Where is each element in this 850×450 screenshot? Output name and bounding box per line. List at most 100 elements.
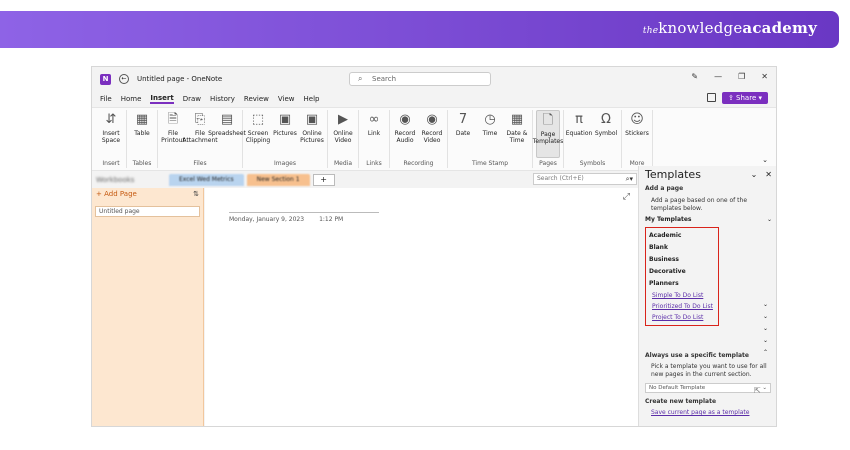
table-button[interactable]: ▦ Table xyxy=(130,110,154,158)
back-button[interactable]: ← xyxy=(119,74,129,84)
sticker-icon: ☺ xyxy=(630,112,644,127)
brand-banner: theknowledgeacademy xyxy=(0,11,839,48)
menu-insert[interactable]: Insert xyxy=(150,94,174,104)
template-link[interactable]: Simple To Do List xyxy=(649,290,715,301)
ribbon-group-label: Symbols xyxy=(579,160,606,167)
menu-draw[interactable]: Draw xyxy=(183,95,201,103)
time-button[interactable]: ◷ Time xyxy=(478,110,502,158)
file-printout-icon: 🗎 xyxy=(167,112,179,127)
spreadsheet-button[interactable]: ▤ Spreadsheet xyxy=(208,110,246,158)
pictures-button[interactable]: ▣ Pictures xyxy=(273,110,297,158)
window-title: Untitled page - OneNote xyxy=(137,75,223,83)
title-bar: N ← Untitled page - OneNote ⌕ Search ✎ — … xyxy=(92,67,776,91)
category-planners[interactable]: Planners xyxy=(649,278,715,290)
minimize-button[interactable]: — xyxy=(714,72,722,81)
ribbon-button-label: Link xyxy=(367,130,381,137)
collapse-ribbon-icon[interactable]: ⌄ xyxy=(762,156,768,164)
ribbon-group-label: Links xyxy=(366,160,382,167)
page-list-item[interactable]: Untitled page xyxy=(95,206,200,217)
notebook-icon[interactable] xyxy=(707,93,716,102)
category-blank[interactable]: Blank xyxy=(649,242,715,254)
ribbon-group-label: Insert xyxy=(102,160,120,167)
search-box[interactable]: ⌕ Search xyxy=(349,72,491,86)
screen-clipping-button[interactable]: ⬚ Screen Clipping xyxy=(246,110,270,158)
ribbon-group-label: Images xyxy=(274,160,296,167)
save-template-link[interactable]: Save current page as a template xyxy=(651,409,772,416)
plus-icon: + xyxy=(96,190,105,198)
default-template-dropdown[interactable]: No Default Template ⌄ xyxy=(645,383,771,393)
ribbon-button-label: Insert Space xyxy=(101,130,121,144)
share-button[interactable]: ⇪ Share ▾ xyxy=(721,92,768,104)
add-page-heading: Add a page xyxy=(645,185,684,192)
record-audio-button[interactable]: ◉ Record Audio xyxy=(393,110,417,158)
clock-icon: ◷ xyxy=(484,112,496,127)
add-page-button[interactable]: + Add Page ⇅ xyxy=(92,188,203,200)
add-section-button[interactable]: + xyxy=(312,173,335,186)
date-button[interactable]: 7 Date xyxy=(451,110,475,158)
my-templates-row[interactable]: My Templates ⌄ xyxy=(645,213,772,225)
insert-space-icon: ⇵ xyxy=(105,112,117,127)
page-canvas[interactable]: ⤢ Monday, January 9, 2023 1:12 PM xyxy=(205,188,638,426)
page-templates-button[interactable]: 🗋 Page Templates xyxy=(533,110,563,158)
template-link[interactable]: Project To Do List xyxy=(649,312,715,323)
category-academic[interactable]: Academic xyxy=(649,230,715,242)
menu-history[interactable]: History xyxy=(210,95,235,103)
chevron-down-icon[interactable]: ⌄ xyxy=(751,170,758,179)
ribbon-button-label: Online Pictures xyxy=(300,130,324,144)
online-pictures-icon: ▣ xyxy=(305,112,319,127)
ribbon-button-label: Equation xyxy=(565,130,593,137)
record-video-button[interactable]: ◉ Record Video xyxy=(420,110,444,158)
category-business[interactable]: Business xyxy=(649,254,715,266)
expand-icon[interactable]: ⤢ xyxy=(623,192,630,202)
menu-file[interactable]: File xyxy=(100,95,112,103)
ribbon-group-more: ☺ Stickers More xyxy=(622,110,653,168)
online-pictures-button[interactable]: ▣ Online Pictures xyxy=(300,110,324,158)
symbol-button[interactable]: Ω Symbol xyxy=(594,110,618,158)
pen-icon[interactable]: ✎ xyxy=(691,72,698,81)
ribbon-group-label: Media xyxy=(333,160,353,167)
calendar-icon: 7 xyxy=(458,112,468,127)
link-button[interactable]: ∞ Link xyxy=(362,110,386,158)
onenote-window: N ← Untitled page - OneNote ⌕ Search ✎ — … xyxy=(91,66,777,427)
sort-icon[interactable]: ⇅ xyxy=(193,188,199,200)
file-printout-button[interactable]: 🗎 File Printout xyxy=(161,110,185,158)
insert-space-button[interactable]: ⇵ Insert Space xyxy=(99,110,123,158)
ribbon-group-tables: ▦ Table Tables xyxy=(127,110,158,168)
ribbon-group-label: Pages xyxy=(539,160,557,167)
omega-icon: Ω xyxy=(601,112,611,127)
ribbon-group-label: Tables xyxy=(132,160,152,167)
close-button[interactable]: ✕ xyxy=(761,72,768,81)
template-link[interactable]: Prioritized To Do List xyxy=(649,301,715,312)
ribbon-button-label: Symbol xyxy=(594,130,618,137)
menu-home[interactable]: Home xyxy=(121,95,142,103)
menu-review[interactable]: Review xyxy=(244,95,269,103)
date-time-button[interactable]: ▦ Date & Time xyxy=(505,110,529,158)
equation-button[interactable]: π Equation xyxy=(565,110,593,158)
ribbon-button-label: Record Video xyxy=(421,130,443,144)
ribbon-button-label: File Printout xyxy=(161,130,185,144)
chevron-down-icon: ⌄ xyxy=(762,385,767,391)
menu-view[interactable]: View xyxy=(278,95,295,103)
table-icon: ▦ xyxy=(135,112,149,127)
section-tab[interactable]: Excel Wed Metrics xyxy=(169,173,244,186)
pictures-icon: ▣ xyxy=(278,112,292,127)
stickers-button[interactable]: ☺ Stickers xyxy=(625,110,649,158)
add-page-desc: Add a page based on one of the templates… xyxy=(651,197,748,212)
templates-header: Templates ⌄ ✕ xyxy=(645,166,772,183)
categories-highlight: Academic Blank Business Decorative Plann… xyxy=(645,227,719,326)
menu-help[interactable]: Help xyxy=(304,95,320,103)
ribbon-button-label: Record Audio xyxy=(394,130,416,144)
section-tab-active[interactable]: New Section 1 xyxy=(246,173,310,186)
category-decorative[interactable]: Decorative xyxy=(649,266,715,278)
close-icon[interactable]: ✕ xyxy=(765,170,772,179)
always-desc: Pick a template you want to use for all … xyxy=(651,363,767,378)
category-chevrons: ⌄ ⌄ ⌄ ⌄ ⌃ xyxy=(763,301,769,356)
restore-button[interactable]: ❐ xyxy=(738,72,745,81)
notebook-name[interactable]: Workbooks xyxy=(96,176,166,184)
page-search-input[interactable]: Search (Ctrl+E) ⌕▾ xyxy=(533,173,637,185)
ribbon-group-pages: 🗋 Page Templates Pages xyxy=(533,110,564,168)
spreadsheet-icon: ▤ xyxy=(220,112,234,127)
online-video-button[interactable]: ▶ Online Video xyxy=(331,110,355,158)
page-time: 1:12 PM xyxy=(319,216,344,223)
search-icon: ⌕▾ xyxy=(625,175,633,183)
